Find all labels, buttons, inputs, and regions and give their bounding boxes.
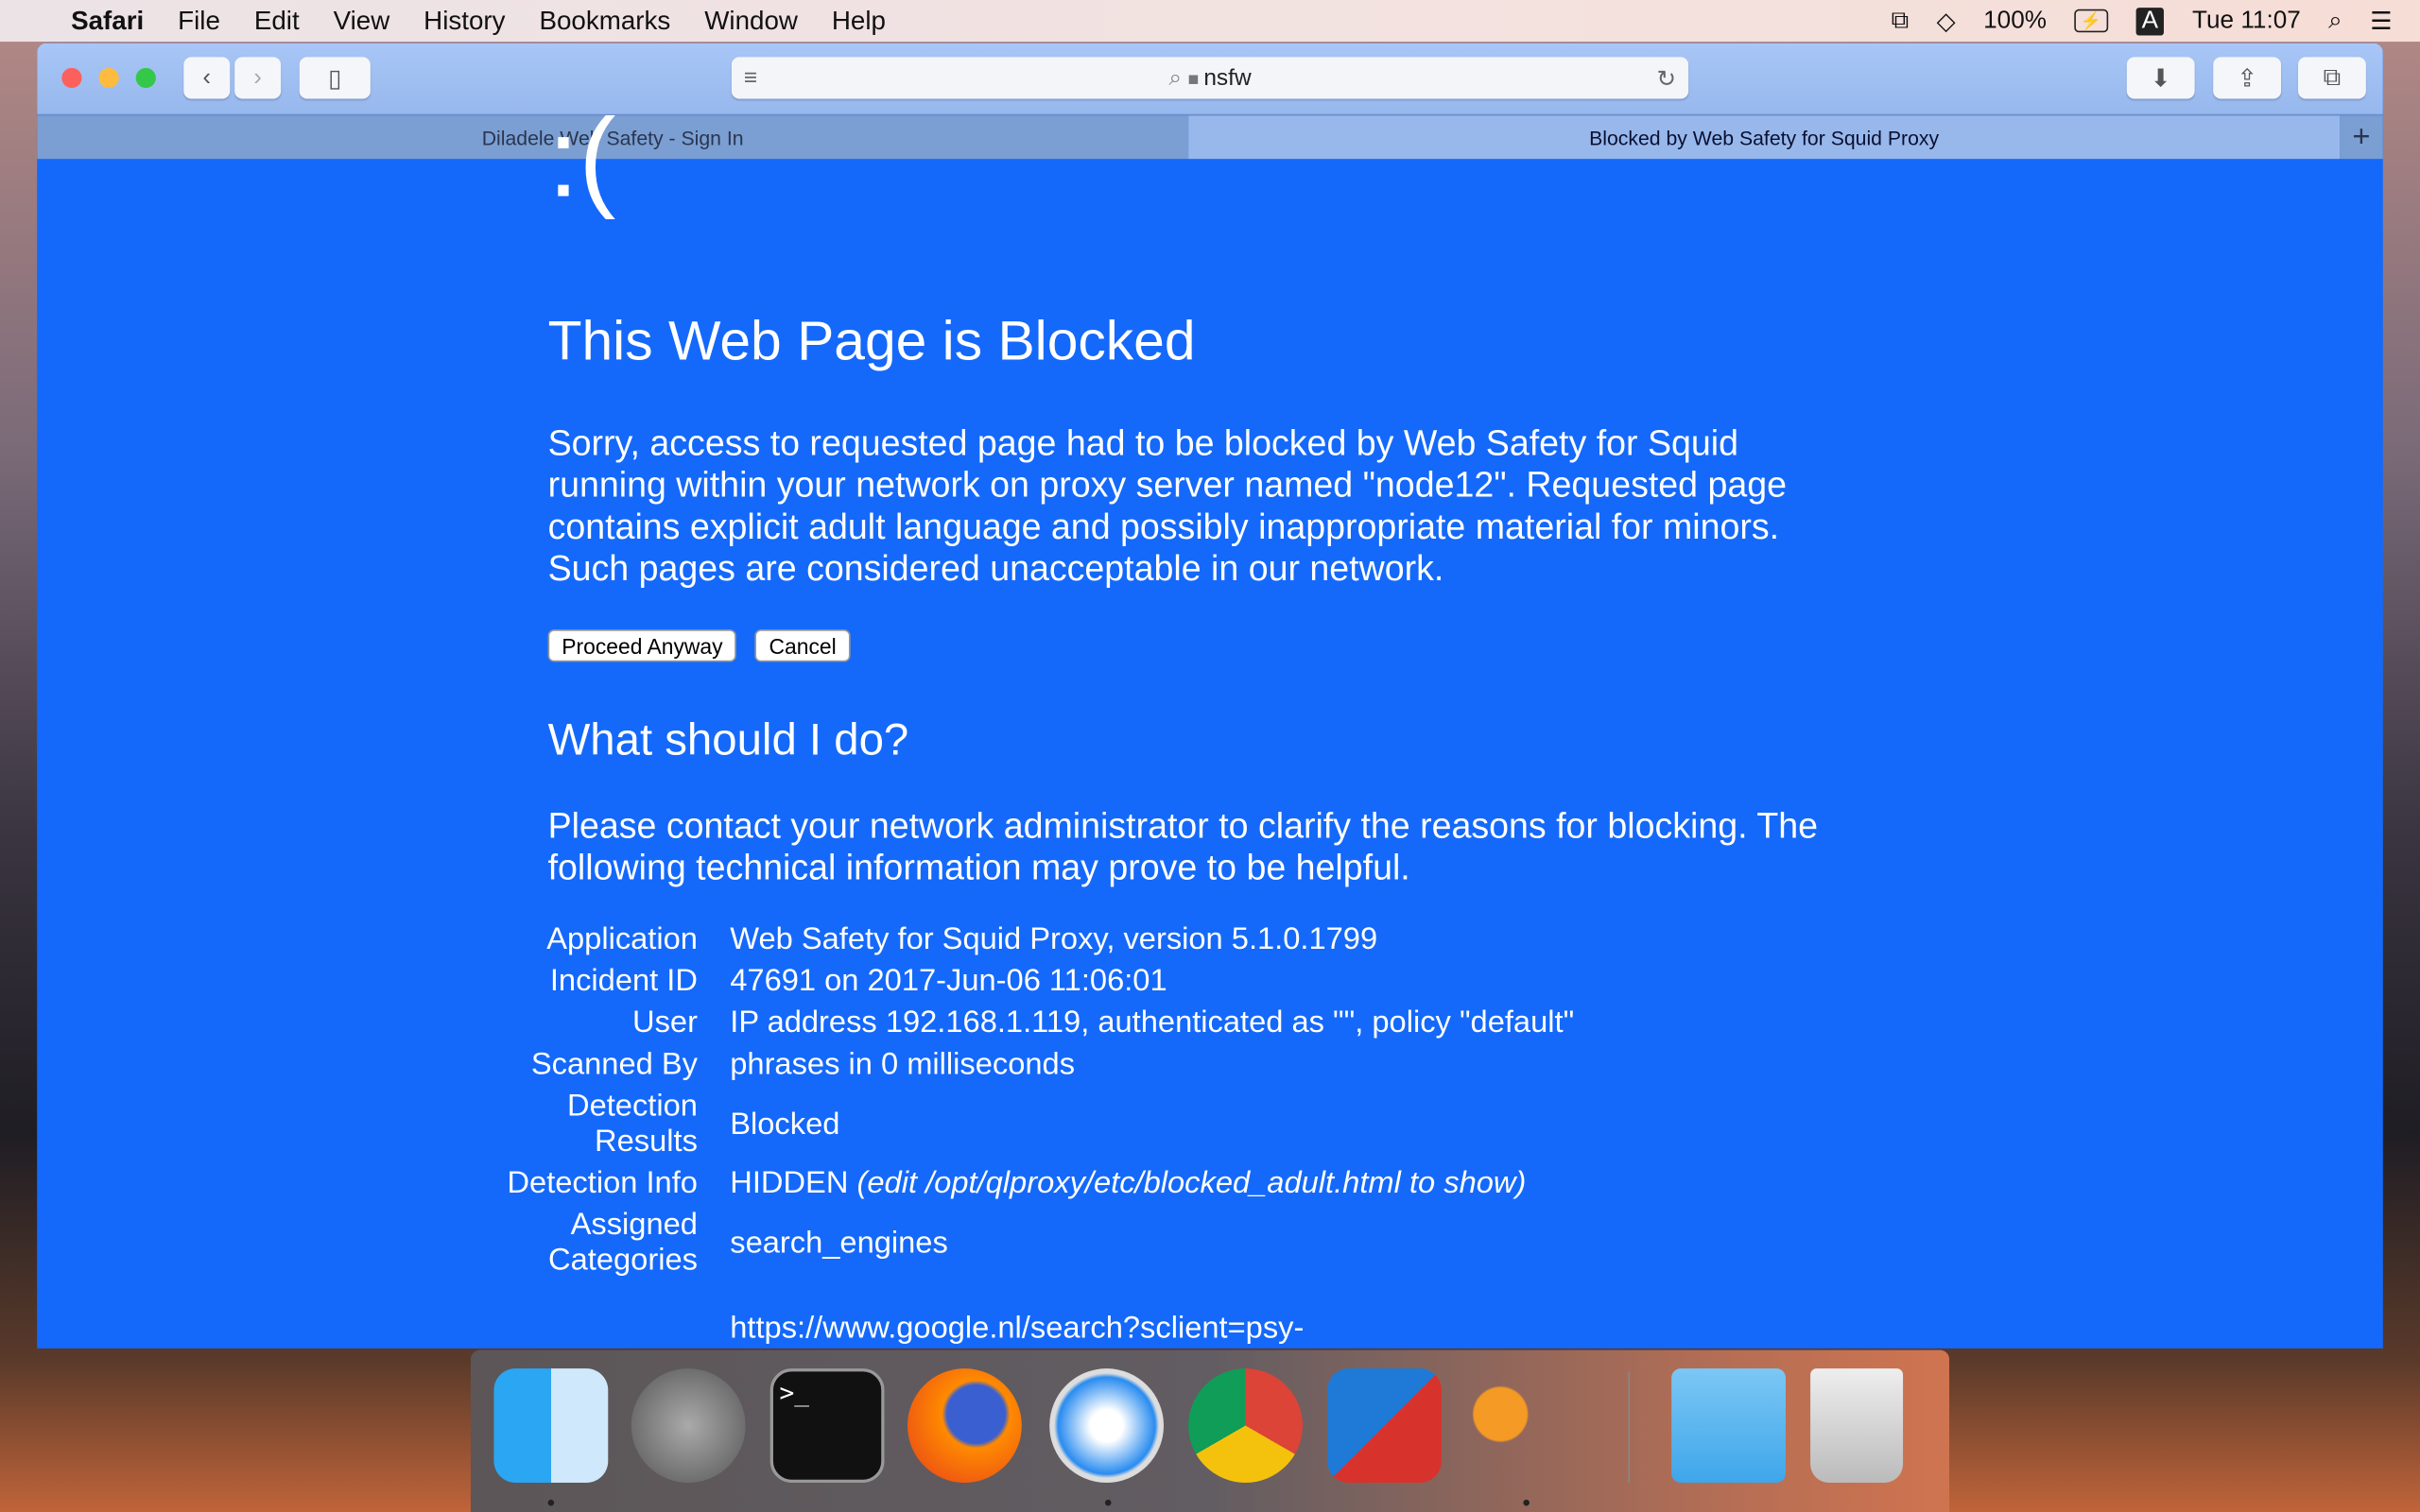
close-button[interactable] [61,67,82,89]
reader-list-icon[interactable]: ≡ [744,65,757,92]
cancel-button[interactable]: Cancel [754,629,851,662]
page-title: This Web Page is Blocked [547,308,1196,372]
input-source[interactable]: A [2135,7,2165,35]
incident-details-table: Application Web Safety for Squid Proxy, v… [486,919,1574,1349]
address-bar[interactable]: ≡ ⌕ ■ nsfw ↻ [731,57,1689,99]
dock-keychain-icon[interactable] [1466,1368,1581,1483]
menu-bar: Safari File Edit View History Bookmarks … [0,0,2420,43]
tabs-overview-button[interactable]: ⧉ [2298,57,2366,99]
sad-face-icon: :( [547,96,616,221]
running-indicator [547,1499,555,1506]
menu-help[interactable]: Help [832,6,886,37]
battery-percent[interactable]: 100% [1983,7,2047,34]
menu-app[interactable]: Safari [71,6,144,37]
page-content: :( This Web Page is Blocked Sorry, acces… [37,97,2383,1349]
menu-view[interactable]: View [334,6,390,37]
safari-window: ‹ › ▯ ≡ ⌕ ■ nsfw ↻ ⬇ ⇪ ⧉ Diladele Web Sa… [37,43,2383,1349]
block-message: Sorry, access to requested page had to b… [547,422,1788,589]
detail-key: Scanned By [530,1047,698,1082]
table-row: Detection Results Blocked [486,1086,1574,1163]
table-row: Detection Info HIDDEN (edit /opt/qlproxy/… [486,1163,1574,1205]
advice-text: Please contact your network administrato… [547,805,1819,887]
menu-edit[interactable]: Edit [254,6,300,37]
detail-key: User [632,1005,698,1040]
detail-value: Web Safety for Squid Proxy, version 5.1.… [730,922,1378,957]
detail-value: Blocked [730,1107,840,1142]
desktop: Safari File Edit View History Bookmarks … [0,0,2420,1512]
dock-trash-icon[interactable] [1810,1368,1904,1483]
detail-value: 47691 on 2017-Jun-06 11:06:01 [730,964,1167,999]
dock-chrome-icon[interactable] [1188,1368,1303,1483]
proceed-anyway-button[interactable]: Proceed Anyway [547,629,737,662]
back-button[interactable]: ‹ [183,57,231,99]
detail-key: Detection Results [566,1089,698,1160]
detail-value: HIDDEN (edit /opt/qlproxy/etc/blocked_ad… [730,1163,1574,1205]
dock-finder-icon[interactable] [493,1368,609,1483]
dock-vmware-icon[interactable] [1327,1368,1442,1483]
search-icon: ⌕ [1168,64,1183,92]
spotlight-icon[interactable]: ⌕ [2328,7,2342,34]
zoom-button[interactable] [135,67,156,89]
dock: >_ [470,1349,1950,1512]
sidebar-button[interactable]: ▯ [299,57,371,99]
reload-icon[interactable]: ↻ [1657,64,1677,92]
detail-key: Application [546,922,698,957]
section-title: What should I do? [547,715,909,765]
dock-safari-icon[interactable] [1049,1368,1165,1483]
detail-value: search_engines [730,1226,948,1261]
tab-blocked[interactable]: Blocked by Web Safety for Squid Proxy [1188,115,2341,160]
toolbar: ‹ › ▯ ≡ ⌕ ■ nsfw ↻ ⬇ ⇪ ⧉ [37,43,2383,114]
tab-bar: Diladele Web Safety - Sign In Blocked by… [37,113,2383,160]
menu-window[interactable]: Window [704,6,798,37]
table-row: Scanned By phrases in 0 milliseconds [486,1044,1574,1086]
wifi-icon[interactable]: ◇ [1937,6,1956,37]
clock[interactable]: Tue 11:07 [2192,7,2301,34]
menu-file[interactable]: File [178,6,220,37]
dock-terminal-icon[interactable]: >_ [769,1368,885,1483]
detail-key [486,1282,730,1349]
dock-downloads-folder-icon[interactable] [1671,1368,1786,1483]
running-indicator [1523,1499,1530,1506]
running-indicator [1104,1499,1112,1506]
table-row: Incident ID 47691 on 2017-Jun-06 11:06:01 [486,961,1574,1003]
dock-divider [1628,1371,1631,1483]
detail-note: (edit /opt/qlproxy/etc/blocked_adult.htm… [856,1166,1527,1201]
detail-value-text: HIDDEN [730,1166,849,1201]
dock-launchpad-icon[interactable] [631,1368,746,1483]
forward-button[interactable]: › [234,57,282,99]
detail-key: Incident ID [549,964,698,999]
table-row: User IP address 192.168.1.119, authentica… [486,1003,1574,1044]
detail-value: IP address 192.168.1.119, authenticated … [730,1005,1575,1040]
downloads-button[interactable]: ⬇ [2126,57,2195,99]
minimize-button[interactable] [98,67,119,89]
detail-value: phrases in 0 milliseconds [730,1047,1076,1082]
table-row: https://www.google.nl/search?sclient=psy… [486,1282,1574,1349]
url-text: nsfw [1203,64,1252,92]
screen-share-icon[interactable]: ⧉ [1892,7,1910,34]
share-button[interactable]: ⇪ [2213,57,2282,99]
notification-center-icon[interactable]: ☰ [2370,6,2392,37]
table-row: Application Web Safety for Squid Proxy, v… [486,919,1574,961]
table-row: Assigned Categories search_engines [486,1205,1574,1282]
detail-value: https://www.google.nl/search?sclient=psy… [730,1311,1305,1346]
new-tab-button[interactable]: + [2340,115,2383,160]
menu-bookmarks[interactable]: Bookmarks [539,6,670,37]
lock-icon: ■ [1187,67,1200,89]
dock-firefox-icon[interactable] [907,1368,1022,1483]
battery-icon[interactable]: ⚡ [2074,9,2108,33]
detail-key: Detection Info [507,1166,698,1201]
menu-history[interactable]: History [424,6,505,37]
detail-key: Assigned Categories [548,1208,698,1278]
